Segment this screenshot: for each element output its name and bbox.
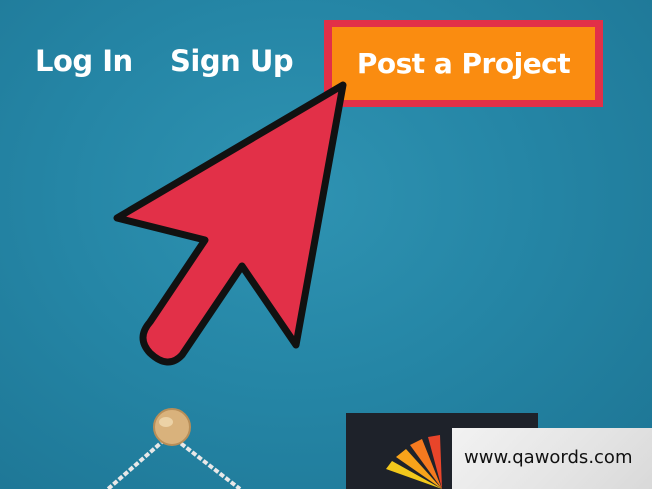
signup-link[interactable]: Sign Up bbox=[170, 44, 294, 78]
login-link[interactable]: Log In bbox=[35, 44, 133, 78]
watermark-text: www.qawords.com bbox=[464, 447, 633, 468]
picture-hanger bbox=[106, 408, 242, 489]
post-project-button[interactable]: Post a Project bbox=[332, 27, 595, 100]
